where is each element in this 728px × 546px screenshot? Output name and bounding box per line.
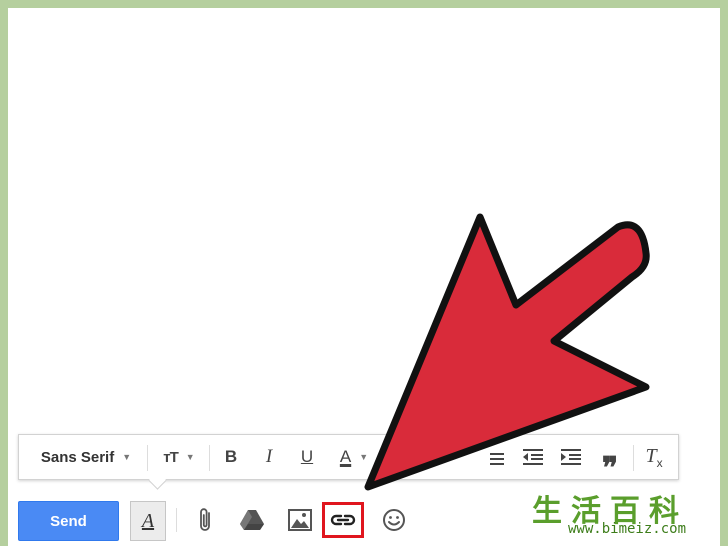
divider: [147, 445, 148, 471]
link-icon: [330, 514, 356, 526]
font-family-select[interactable]: Sans Serif ▼: [31, 435, 141, 479]
insert-link-button[interactable]: [330, 513, 356, 527]
insert-from-drive-button[interactable]: [236, 504, 268, 536]
formatting-options-toggle[interactable]: A: [130, 501, 166, 541]
italic-button[interactable]: I: [255, 435, 283, 479]
paperclip-icon: [200, 508, 210, 531]
chevron-down-icon: ▼: [185, 452, 195, 462]
drive-icon: [240, 510, 264, 530]
font-size-button[interactable]: тT ▼: [153, 435, 205, 479]
photo-icon: [288, 509, 312, 531]
chevron-down-icon: ▼: [122, 452, 132, 462]
annotation-arrow: [364, 213, 650, 491]
underline-button[interactable]: U: [293, 435, 321, 479]
send-button[interactable]: Send: [18, 501, 119, 541]
insert-emoji-button[interactable]: [378, 504, 410, 536]
divider: [209, 445, 210, 471]
attach-files-button[interactable]: [190, 504, 222, 536]
text-size-icon: тT: [163, 448, 178, 466]
divider: [176, 508, 177, 532]
insert-photo-button[interactable]: [284, 504, 316, 536]
font-family-label: Sans Serif: [40, 448, 115, 466]
insert-link-highlight: [322, 502, 364, 538]
bold-button[interactable]: B: [217, 435, 245, 479]
emoji-icon: [383, 509, 405, 531]
